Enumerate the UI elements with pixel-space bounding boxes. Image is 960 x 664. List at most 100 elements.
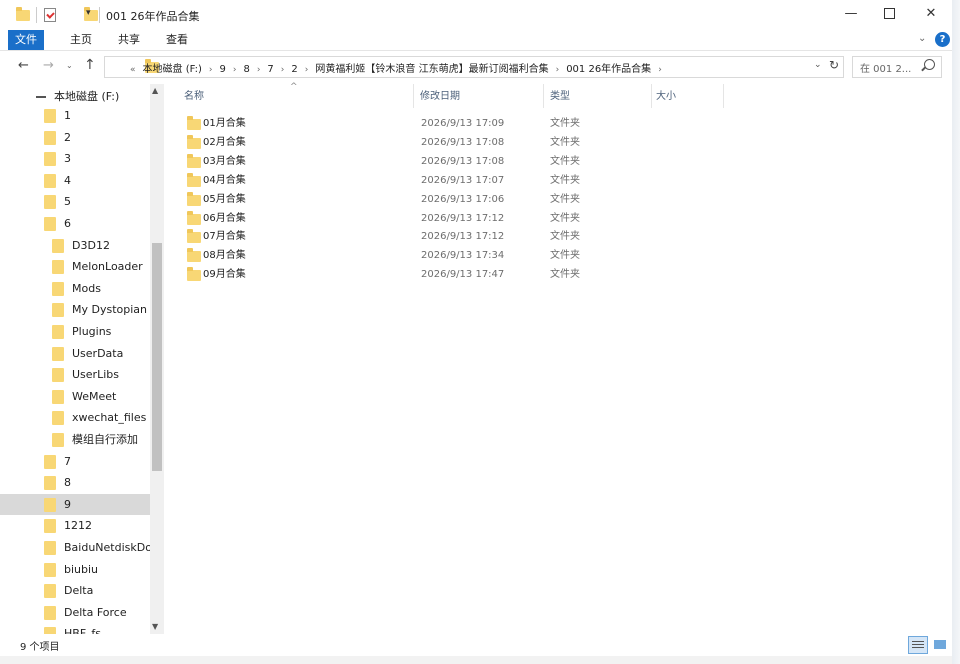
column-divider[interactable] bbox=[543, 84, 544, 108]
scroll-down-icon[interactable]: ▼ bbox=[152, 622, 158, 631]
overflow-chevron-icon[interactable]: « bbox=[130, 65, 136, 75]
list-item[interactable]: 04月合集 2026/9/13 17:07 文件夹 bbox=[182, 171, 722, 190]
sidebar-item-5[interactable]: 5 bbox=[0, 191, 150, 212]
recent-locations-button[interactable]: ⌄ bbox=[66, 61, 73, 70]
navigation-pane: 本地磁盘 (F:) 1 2 3 4 5 6 D3D12 MelonLoader Mods My Dy… bbox=[0, 84, 164, 634]
quick-access-dropdown-icon[interactable]: ▾ bbox=[86, 8, 91, 18]
scroll-up-icon[interactable]: ▲ bbox=[152, 86, 158, 95]
maximize-button[interactable] bbox=[868, 0, 910, 28]
folder-icon bbox=[44, 173, 56, 188]
sidebar-item-label: biubiu bbox=[64, 562, 99, 576]
sidebar-item-7[interactable]: 7 bbox=[0, 451, 150, 472]
breadcrumb-chevron-icon[interactable]: › bbox=[281, 65, 285, 75]
details-view-button[interactable] bbox=[908, 636, 928, 654]
list-item[interactable]: 01月合集 2026/9/13 17:09 文件夹 bbox=[182, 114, 722, 133]
breadcrumb-segment[interactable]: 8 bbox=[243, 64, 249, 75]
tab-file[interactable]: 文件 bbox=[8, 30, 44, 50]
status-bar bbox=[0, 636, 952, 656]
tab-share[interactable]: 共享 bbox=[108, 30, 150, 50]
breadcrumb[interactable]: « 本地磁盘 (F:) › 9 › 8 › 7 › 2 › 网黄福利姬【铃木浪音 江东萌虎】最新订阅福… bbox=[127, 60, 665, 75]
list-item[interactable]: 02月合集 2026/9/13 17:08 文件夹 bbox=[182, 133, 722, 152]
up-button[interactable]: ↑ bbox=[84, 57, 96, 73]
sidebar-item-9[interactable]: 9 bbox=[0, 493, 150, 515]
breadcrumb-segment[interactable]: 7 bbox=[267, 64, 273, 75]
column-header-size[interactable]: 大小 bbox=[656, 88, 676, 108]
sidebar-item-3[interactable]: 3 bbox=[0, 148, 150, 169]
column-divider[interactable] bbox=[651, 84, 652, 108]
breadcrumb-segment[interactable]: 2 bbox=[291, 64, 297, 75]
column-divider[interactable] bbox=[723, 84, 724, 108]
list-item[interactable]: 08月合集 2026/9/13 17:34 文件夹 bbox=[182, 246, 722, 265]
help-button[interactable]: ? bbox=[935, 32, 950, 47]
list-item[interactable]: 05月合集 2026/9/13 17:06 文件夹 bbox=[182, 190, 722, 209]
list-item[interactable]: 09月合集 2026/9/13 17:47 文件夹 bbox=[182, 265, 722, 284]
large-icons-view-button[interactable] bbox=[930, 636, 950, 654]
folder-icon bbox=[44, 130, 56, 145]
sidebar-item-hbf-fs[interactable]: HBF..fs bbox=[0, 623, 150, 634]
sidebar-item--[interactable]: 模组自行添加 bbox=[0, 429, 150, 450]
breadcrumb-chevron-icon[interactable]: › bbox=[233, 65, 237, 75]
file-type: 文件夹 bbox=[550, 193, 580, 205]
sidebar-item-4[interactable]: 4 bbox=[0, 170, 150, 191]
properties-icon[interactable] bbox=[44, 8, 56, 22]
sidebar-item-baidunetdiskdov[interactable]: BaiduNetdiskDov bbox=[0, 537, 150, 558]
sidebar-item-userlibs[interactable]: UserLibs bbox=[0, 364, 150, 385]
breadcrumb-segment[interactable]: 001 26年作品合集 bbox=[566, 64, 651, 75]
folder-icon bbox=[52, 368, 64, 383]
folder-icon bbox=[52, 389, 64, 404]
breadcrumb-chevron-icon[interactable]: › bbox=[556, 65, 560, 75]
sidebar-item-biubiu[interactable]: biubiu bbox=[0, 559, 150, 580]
divider bbox=[99, 7, 100, 23]
breadcrumb-chevron-icon[interactable]: › bbox=[658, 65, 662, 75]
sidebar-item-delta-force[interactable]: Delta Force bbox=[0, 602, 150, 623]
sidebar-item-1[interactable]: 1 bbox=[0, 105, 150, 126]
sidebar-item-plugins[interactable]: Plugins bbox=[0, 321, 150, 342]
list-item[interactable]: 03月合集 2026/9/13 17:08 文件夹 bbox=[182, 152, 722, 171]
minimize-button[interactable]: — bbox=[830, 0, 872, 28]
sidebar-item-6[interactable]: 6 bbox=[0, 213, 150, 234]
back-button[interactable]: ← bbox=[18, 58, 29, 73]
breadcrumb-chevron-icon[interactable]: › bbox=[209, 65, 213, 75]
list-item[interactable]: 06月合集 2026/9/13 17:12 文件夹 bbox=[182, 209, 722, 228]
column-divider[interactable] bbox=[413, 84, 414, 108]
collapse-icon[interactable] bbox=[36, 96, 46, 98]
sidebar-scrollbar-thumb[interactable] bbox=[152, 243, 162, 471]
sidebar-item-8[interactable]: 8 bbox=[0, 472, 150, 493]
sidebar-item-wemeet[interactable]: WeMeet bbox=[0, 386, 150, 407]
sidebar-item-1212[interactable]: 1212 bbox=[0, 515, 150, 536]
breadcrumb-segment[interactable]: 网黄福利姬【铃木浪音 江东萌虎】最新订阅福利合集 bbox=[315, 64, 548, 75]
sidebar-item-delta[interactable]: Delta bbox=[0, 580, 150, 601]
sidebar-item-drive[interactable]: 本地磁盘 (F:) bbox=[0, 86, 150, 107]
refresh-button[interactable]: ↻ bbox=[829, 58, 839, 72]
sidebar-item-label: BaiduNetdiskDov bbox=[64, 541, 150, 554]
folder-icon bbox=[44, 195, 56, 210]
ribbon-expand-icon[interactable]: ⌄ bbox=[918, 33, 926, 44]
search-icon[interactable] bbox=[924, 59, 935, 70]
column-header-name[interactable]: 名称 bbox=[184, 88, 204, 108]
file-type: 文件夹 bbox=[550, 231, 580, 243]
forward-button[interactable]: → bbox=[43, 58, 54, 73]
sidebar-item-my-dystopian-f[interactable]: My Dystopian F bbox=[0, 299, 150, 320]
column-header-date[interactable]: 修改日期 bbox=[420, 88, 460, 108]
breadcrumb-segment[interactable]: 9 bbox=[219, 64, 225, 75]
sidebar-item-label: Delta Force bbox=[64, 605, 127, 619]
sidebar-item-d3d12[interactable]: D3D12 bbox=[0, 235, 150, 256]
sidebar-item-mods[interactable]: Mods bbox=[0, 278, 150, 299]
tab-home[interactable]: 主页 bbox=[60, 30, 102, 50]
sidebar-item-xwechat-files[interactable]: xwechat_files bbox=[0, 407, 150, 428]
folder-icon bbox=[52, 411, 64, 426]
address-dropdown-icon[interactable]: ⌄ bbox=[814, 60, 822, 70]
breadcrumb-chevron-icon[interactable]: › bbox=[257, 65, 261, 75]
close-button[interactable]: ✕ bbox=[910, 0, 952, 28]
sidebar-item-melonloader[interactable]: MelonLoader bbox=[0, 256, 150, 277]
folder-icon bbox=[44, 476, 56, 491]
maximize-icon bbox=[883, 8, 895, 19]
breadcrumb-chevron-icon[interactable]: › bbox=[305, 65, 309, 75]
column-header-type[interactable]: 类型 bbox=[550, 88, 570, 108]
sidebar-item-label: UserData bbox=[72, 346, 124, 360]
sidebar-item-2[interactable]: 2 bbox=[0, 127, 150, 148]
tab-view[interactable]: 查看 bbox=[156, 30, 198, 50]
sidebar-item-userdata[interactable]: UserData bbox=[0, 343, 150, 364]
breadcrumb-segment[interactable]: 本地磁盘 (F:) bbox=[143, 64, 202, 75]
list-item[interactable]: 07月合集 2026/9/13 17:12 文件夹 bbox=[182, 227, 722, 246]
